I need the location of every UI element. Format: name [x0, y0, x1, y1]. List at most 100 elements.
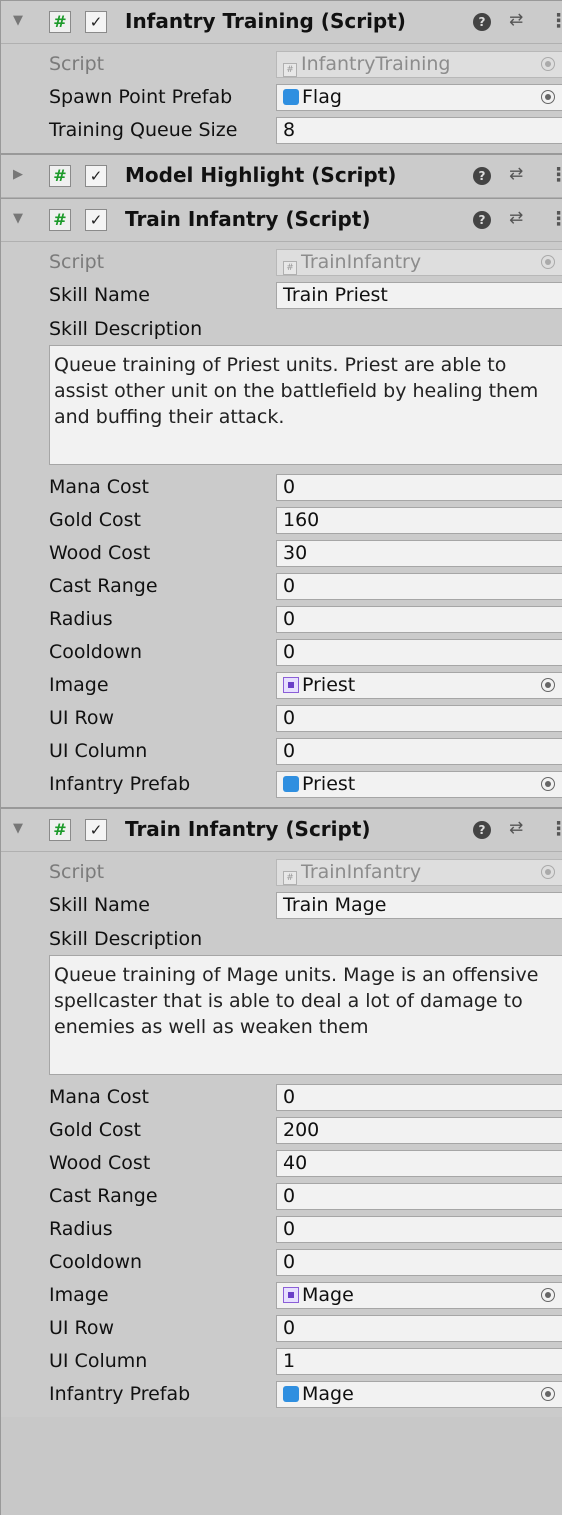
enable-checkbox[interactable]: ✓	[85, 165, 107, 187]
enable-checkbox[interactable]: ✓	[85, 209, 107, 231]
skill-name-field[interactable]: Train Priest	[276, 282, 562, 309]
skill-description-textarea[interactable]: Queue training of Priest units. Priest a…	[49, 345, 562, 465]
infantry-prefab-field[interactable]: Priest	[276, 771, 562, 798]
help-icon[interactable]: ?	[473, 821, 491, 839]
prefab-icon	[283, 776, 299, 792]
property-row-wood-cost: Wood Cost 30	[1, 537, 562, 570]
cast-range-field[interactable]: 0	[276, 573, 562, 600]
property-row-cast-range: Cast Range 0	[1, 1180, 562, 1213]
script-icon: #	[49, 11, 71, 33]
property-label: UI Column	[49, 1350, 148, 1372]
property-row-wood-cost: Wood Cost 40	[1, 1147, 562, 1180]
object-picker-icon[interactable]	[541, 678, 555, 692]
property-row-spawn-point-prefab: Spawn Point Prefab Flag	[1, 81, 562, 114]
mana-cost-field[interactable]: 0	[276, 474, 562, 501]
component-header-train-infantry-mage[interactable]: ▼ # ✓ Train Infantry (Script) ? ⇄ ⋮	[1, 808, 562, 852]
image-object-field[interactable]: Priest	[276, 672, 562, 699]
property-row-ui-row: UI Row 0	[1, 702, 562, 735]
object-picker-icon[interactable]	[541, 90, 555, 104]
spawn-point-prefab-field[interactable]: Flag	[276, 84, 562, 111]
property-label: Skill Name	[49, 894, 150, 916]
object-picker-icon[interactable]	[541, 777, 555, 791]
property-label: Cooldown	[49, 641, 143, 663]
property-row-script: Script # InfantryTraining	[1, 48, 562, 81]
script-file-icon: #	[283, 261, 297, 275]
property-row-mana-cost: Mana Cost 0	[1, 1081, 562, 1114]
context-menu-icon[interactable]: ⋮	[549, 818, 562, 840]
property-label: Mana Cost	[49, 1086, 150, 1108]
training-queue-size-field[interactable]: 8	[276, 117, 562, 144]
mana-cost-field[interactable]: 0	[276, 1084, 562, 1111]
property-row-script: Script # TrainInfantry	[1, 856, 562, 889]
property-label: Skill Description	[49, 928, 203, 950]
help-icon[interactable]: ?	[473, 211, 491, 229]
property-row-ui-column: UI Column 1	[1, 1345, 562, 1378]
script-object-field: # InfantryTraining	[276, 51, 562, 78]
component-header-infantry-training[interactable]: ▼ # ✓ Infantry Training (Script) ? ⇄ ⋮	[1, 0, 562, 44]
context-menu-icon[interactable]: ⋮	[549, 164, 562, 186]
field-value: Priest	[302, 773, 356, 795]
property-row-gold-cost: Gold Cost 200	[1, 1114, 562, 1147]
property-label: Script	[49, 251, 105, 273]
gold-cost-field[interactable]: 200	[276, 1117, 562, 1144]
ui-column-field[interactable]: 0	[276, 738, 562, 765]
script-icon: #	[49, 209, 71, 231]
object-picker-icon	[541, 255, 555, 269]
component-header-train-infantry-priest[interactable]: ▼ # ✓ Train Infantry (Script) ? ⇄ ⋮	[1, 198, 562, 242]
ui-row-field[interactable]: 0	[276, 705, 562, 732]
image-object-field[interactable]: Mage	[276, 1282, 562, 1309]
object-picker-icon[interactable]	[541, 1387, 555, 1401]
preset-icon[interactable]: ⇄	[509, 818, 523, 838]
foldout-collapsed-icon[interactable]: ▶	[13, 167, 23, 182]
script-object-field: # TrainInfantry	[276, 249, 562, 276]
script-file-icon: #	[283, 63, 297, 77]
property-label: Gold Cost	[49, 1119, 141, 1141]
foldout-expanded-icon[interactable]: ▼	[13, 13, 23, 28]
preset-icon[interactable]: ⇄	[509, 208, 523, 228]
help-icon[interactable]: ?	[473, 13, 491, 31]
property-label: Radius	[49, 1218, 113, 1240]
property-row-cooldown: Cooldown 0	[1, 1246, 562, 1279]
script-icon: #	[49, 165, 71, 187]
radius-field[interactable]: 0	[276, 1216, 562, 1243]
foldout-expanded-icon[interactable]: ▼	[13, 211, 23, 226]
object-picker-icon[interactable]	[541, 1288, 555, 1302]
property-row-image: Image Mage	[1, 1279, 562, 1312]
property-label: Cast Range	[49, 575, 158, 597]
context-menu-icon[interactable]: ⋮	[549, 208, 562, 230]
enable-checkbox[interactable]: ✓	[85, 11, 107, 33]
property-label: UI Row	[49, 1317, 115, 1339]
cast-range-field[interactable]: 0	[276, 1183, 562, 1210]
enable-checkbox[interactable]: ✓	[85, 819, 107, 841]
ui-row-field[interactable]: 0	[276, 1315, 562, 1342]
property-label: Infantry Prefab	[49, 1383, 191, 1405]
help-icon[interactable]: ?	[473, 167, 491, 185]
preset-icon[interactable]: ⇄	[509, 10, 523, 30]
ui-column-field[interactable]: 1	[276, 1348, 562, 1375]
wood-cost-field[interactable]: 30	[276, 540, 562, 567]
cooldown-field[interactable]: 0	[276, 1249, 562, 1276]
wood-cost-field[interactable]: 40	[276, 1150, 562, 1177]
property-label: Wood Cost	[49, 542, 151, 564]
property-row-ui-column: UI Column 0	[1, 735, 562, 768]
gold-cost-field[interactable]: 160	[276, 507, 562, 534]
property-label: Skill Description	[49, 318, 203, 340]
script-file-icon: #	[283, 871, 297, 885]
context-menu-icon[interactable]: ⋮	[549, 10, 562, 32]
skill-description-textarea[interactable]: Queue training of Mage units. Mage is an…	[49, 955, 562, 1075]
foldout-expanded-icon[interactable]: ▼	[13, 821, 23, 836]
property-label: Mana Cost	[49, 476, 150, 498]
property-row-skill-name: Skill Name Train Priest	[1, 279, 562, 312]
property-label: Infantry Prefab	[49, 773, 191, 795]
skill-name-field[interactable]: Train Mage	[276, 892, 562, 919]
preset-icon[interactable]: ⇄	[509, 164, 523, 184]
script-icon: #	[49, 819, 71, 841]
cooldown-field[interactable]: 0	[276, 639, 562, 666]
component-body-infantry-training: Script # InfantryTraining Spawn Point Pre…	[1, 44, 562, 154]
infantry-prefab-field[interactable]: Mage	[276, 1381, 562, 1408]
property-label: Script	[49, 861, 105, 883]
component-title: Model Highlight (Script)	[125, 163, 397, 187]
radius-field[interactable]: 0	[276, 606, 562, 633]
component-header-model-highlight[interactable]: ▶ # ✓ Model Highlight (Script) ? ⇄ ⋮	[1, 154, 562, 198]
property-label: Cast Range	[49, 1185, 158, 1207]
